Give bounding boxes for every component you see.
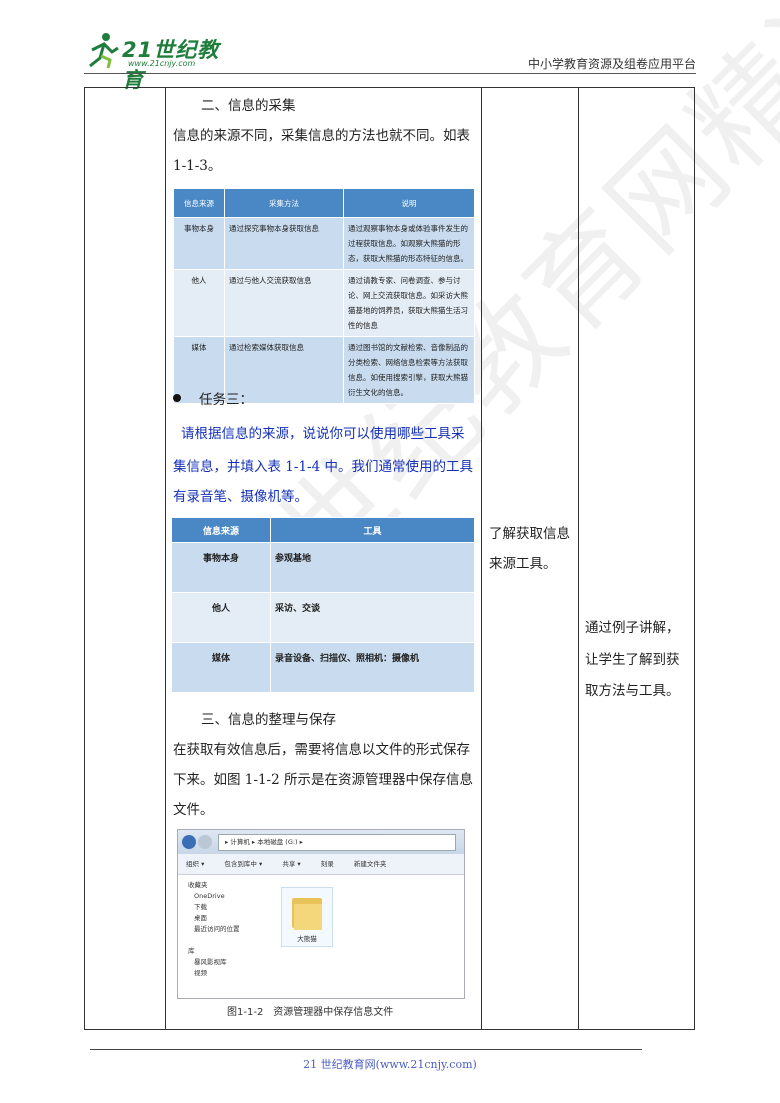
collection-methods-table: 信息来源 采集方法 说明 事物本身 通过探究事物本身获取信息 通过观察事物本身或… xyxy=(173,188,475,404)
page-header: 21世纪教育 www.21cnjy.com 中小学教育资源及组卷应用平台 xyxy=(84,28,696,92)
logo-url: www.21cnjy.com xyxy=(128,59,196,68)
task-text: 请根据信息的来源，说说你可以使用哪些工具采 xyxy=(181,426,465,442)
forward-icon xyxy=(198,835,212,849)
folder-item: 大熊猫 xyxy=(281,887,333,947)
toolbar-item: 组织 ▾ xyxy=(186,860,205,868)
table-row: 事物本身 参观基地 xyxy=(171,542,475,593)
column-divider xyxy=(165,88,166,1029)
column-divider xyxy=(578,88,579,1029)
logo: 21世纪教育 www.21cnjy.com xyxy=(84,28,234,92)
table-cell: 通过观察事物本身或体验事件发生的过程获取信息。如观察大熊猫的形态，获取大熊猫的形… xyxy=(343,217,475,270)
table-cell: 他人 xyxy=(173,269,225,337)
table-cell: 通过探究事物本身获取信息 xyxy=(224,217,344,270)
paragraph: 文件。 xyxy=(173,802,214,818)
sidebar-item: 桌面 xyxy=(194,914,207,922)
explorer-titlebar: ▸ 计算机 ▸ 本地磁盘 (G:) ▸ xyxy=(178,830,464,854)
bullet-icon xyxy=(173,394,181,402)
task-label: 任务三： xyxy=(199,392,253,408)
intent-text: 让学生了解到获 xyxy=(585,652,680,668)
lesson-table: 二、信息的采集 信息的来源不同，采集信息的方法也就不同。如表 1-1-3。 信息… xyxy=(84,87,695,1030)
table-cell: 采访、交谈 xyxy=(270,592,475,643)
task-text: 有录音笔、摄像机等。 xyxy=(173,489,308,505)
sidebar-item: 最近访问的位置 xyxy=(194,925,240,933)
explorer-toolbar: 组织 ▾ 包含到库中 ▾ 共享 ▾ 刻录 新建文件夹 xyxy=(178,854,464,875)
table-cell: 他人 xyxy=(171,592,271,643)
toolbar-item: 包含到库中 ▾ xyxy=(224,860,263,868)
sidebar-item: 视频 xyxy=(194,969,207,977)
footer-divider xyxy=(90,1049,642,1050)
table-row: 媒体 录音设备、扫描仪、照相机：摄像机 xyxy=(171,642,475,693)
table-row: 他人 采访、交谈 xyxy=(171,592,475,643)
back-icon xyxy=(182,835,196,849)
table-cell: 事物本身 xyxy=(173,217,225,270)
toolbar-item: 共享 ▾ xyxy=(282,860,301,868)
explorer-sidebar: 收藏夹 OneDrive 下载 桌面 最近访问的位置 库 暴风影视库 视频 xyxy=(178,874,276,998)
table-cell: 媒体 xyxy=(171,642,271,693)
table-row: 他人 通过与他人交流获取信息 通过请教专家、问卷调查、参与讨论、网上交流获取信息… xyxy=(173,269,475,337)
toolbar-item: 新建文件夹 xyxy=(353,860,387,868)
table-cell: 事物本身 xyxy=(171,542,271,593)
table-cell: 通过与他人交流获取信息 xyxy=(224,269,344,337)
table-cell: 录音设备、扫描仪、照相机：摄像机 xyxy=(270,642,475,693)
table-row: 事物本身 通过探究事物本身获取信息 通过观察事物本身或体验事件发生的过程获取信息… xyxy=(173,217,475,270)
table-header: 工具 xyxy=(270,517,475,543)
table-header: 说明 xyxy=(343,188,475,218)
runner-icon xyxy=(89,33,119,69)
folder-label: 大熊猫 xyxy=(297,935,317,943)
paragraph: 下来。如图 1-1-2 所示是在资源管理器中保存信息 xyxy=(173,772,473,788)
sidebar-item: OneDrive xyxy=(194,892,225,900)
sidebar-item: 下载 xyxy=(194,903,207,911)
header-divider xyxy=(84,73,696,74)
sidebar-item: 收藏夹 xyxy=(188,881,208,889)
heading-collect: 二、信息的采集 xyxy=(201,98,296,114)
table-header: 信息来源 xyxy=(171,517,271,543)
table-cell: 参观基地 xyxy=(270,542,475,593)
paragraph: 信息的来源不同，采集信息的方法也就不同。如表 xyxy=(173,128,470,144)
paragraph: 1-1-3。 xyxy=(173,158,222,174)
table-cell: 通过图书馆的文献检索、音像制品的分类检索、网络信息检索等方法获取信息。如使用搜索… xyxy=(343,336,475,404)
tools-table: 信息来源 工具 事物本身 参观基地 他人 采访、交谈 媒体 录音设备、扫描仪、照… xyxy=(171,517,475,693)
table-cell: 通过请教专家、问卷调查、参与讨论、网上交流获取信息。如采访大熊猫基地的饲养员，获… xyxy=(343,269,475,337)
toolbar-item: 刻录 xyxy=(320,860,334,868)
table-header: 信息来源 xyxy=(173,188,225,218)
column-divider xyxy=(481,88,482,1029)
sidebar-item: 库 xyxy=(188,947,195,955)
objective-text: 了解获取信息 xyxy=(489,526,570,542)
sidebar-item: 暴风影视库 xyxy=(194,958,227,966)
objective-text: 来源工具。 xyxy=(489,556,557,572)
table-header: 采集方法 xyxy=(224,188,344,218)
task-text: 集信息，并填入表 1-1-4 中。我们通常使用的工具 xyxy=(173,459,473,475)
intent-text: 通过例子讲解， xyxy=(585,620,680,636)
explorer-screenshot: ▸ 计算机 ▸ 本地磁盘 (G:) ▸ 组织 ▾ 包含到库中 ▾ 共享 ▾ 刻录… xyxy=(177,829,465,999)
heading-save: 三、信息的整理与保存 xyxy=(201,712,336,728)
figure-caption: 图1-1-2 资源管理器中保存信息文件 xyxy=(227,1007,394,1018)
intent-text: 取方法与工具。 xyxy=(585,683,680,699)
footer-text: 21 世纪教育网(www.21cnjy.com) xyxy=(303,1058,477,1071)
platform-name: 中小学教育资源及组卷应用平台 xyxy=(527,57,696,71)
paragraph: 在获取有效信息后，需要将信息以文件的形式保存 xyxy=(173,742,470,758)
address-bar: ▸ 计算机 ▸ 本地磁盘 (G:) ▸ xyxy=(218,834,456,851)
